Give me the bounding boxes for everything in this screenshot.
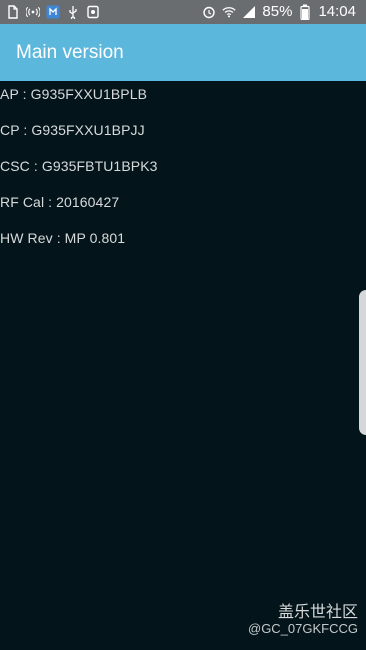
edge-panel-handle[interactable] bbox=[359, 290, 366, 435]
file-icon bbox=[6, 4, 20, 20]
status-bar: 85% 14:04 bbox=[0, 0, 366, 24]
battery-percent: 85% bbox=[262, 3, 293, 20]
watermark-user-id: @GC_07GKFCCG bbox=[248, 621, 358, 636]
version-info-cp: CP : G935FXXU1BPJJ bbox=[0, 122, 145, 138]
clock: 14:04 bbox=[318, 3, 356, 20]
watermark-site-name: 盖乐世社区 bbox=[277, 602, 358, 621]
data-icon bbox=[46, 4, 60, 20]
battery-icon bbox=[298, 4, 312, 20]
gallery-icon bbox=[86, 4, 100, 20]
alarm-icon bbox=[202, 4, 216, 20]
status-left-icons bbox=[6, 4, 100, 20]
cell-signal-icon bbox=[242, 4, 256, 20]
version-info-hw-rev: HW Rev : MP 0.801 bbox=[0, 230, 126, 246]
usb-icon bbox=[66, 4, 80, 20]
version-info-csc: CSC : G935FBTU1BPK3 bbox=[0, 158, 158, 174]
version-info-ap: AP : G935FXXU1BPLB bbox=[0, 86, 148, 102]
wifi-icon bbox=[222, 4, 237, 20]
signal-broadcast-icon bbox=[26, 4, 40, 20]
version-info-rf-cal: RF Cal : 20160427 bbox=[0, 194, 120, 210]
status-right-icons: 85% 14:04 bbox=[202, 3, 356, 20]
page-title: Main version bbox=[16, 42, 124, 63]
screen: 85% 14:04 Main version AP : G935FXXU1BPL… bbox=[0, 0, 366, 650]
app-bar: Main version bbox=[0, 24, 366, 81]
